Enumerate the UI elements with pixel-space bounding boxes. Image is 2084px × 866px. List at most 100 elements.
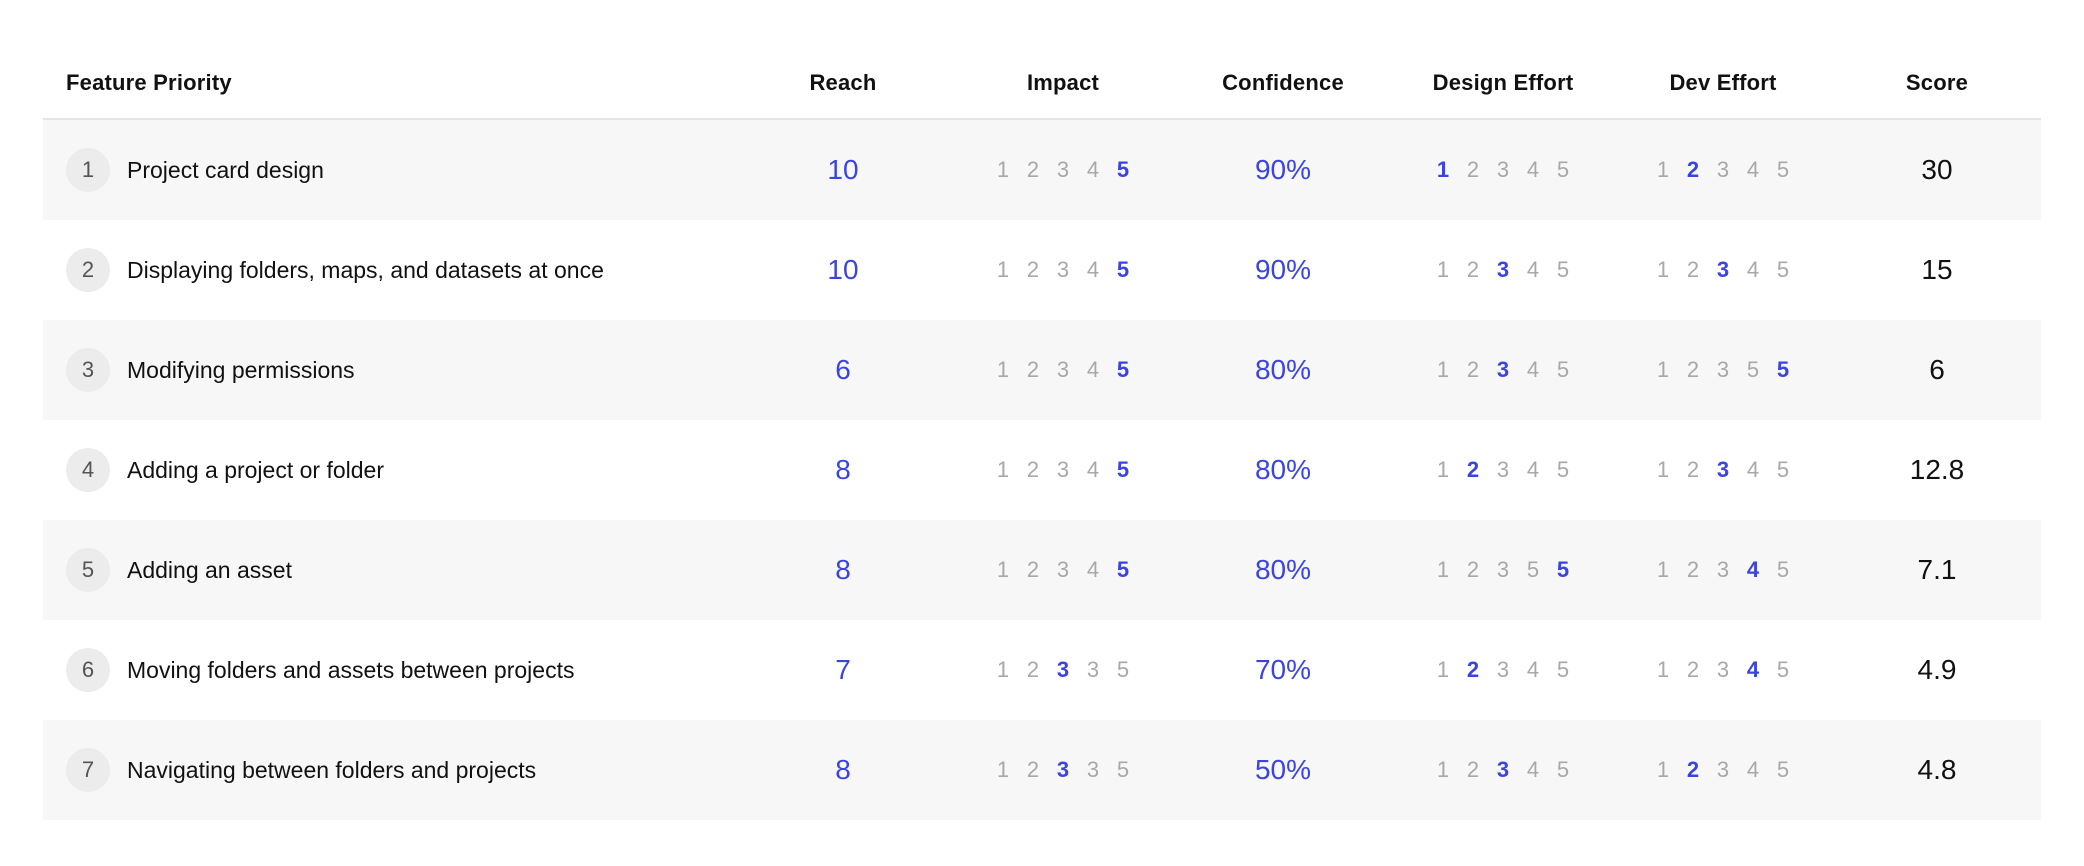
design-effort-option[interactable]: 2	[1465, 157, 1481, 183]
design-effort-option[interactable]: 1	[1435, 657, 1451, 683]
impact-option[interactable]: 2	[1025, 557, 1041, 583]
table-row[interactable]: 2 Displaying folders, maps, and datasets …	[43, 220, 2041, 320]
impact-option[interactable]: 2	[1025, 757, 1041, 783]
design-effort-option[interactable]: 5	[1555, 757, 1571, 783]
impact-option[interactable]: 5	[1115, 257, 1131, 283]
design-effort-option[interactable]: 2	[1465, 757, 1481, 783]
impact-option[interactable]: 4	[1085, 257, 1101, 283]
dev-effort-option[interactable]: 5	[1775, 757, 1791, 783]
design-effort-option[interactable]: 3	[1495, 357, 1511, 383]
impact-option[interactable]: 3	[1055, 257, 1071, 283]
dev-effort-option[interactable]: 2	[1685, 557, 1701, 583]
dev-effort-option[interactable]: 2	[1685, 657, 1701, 683]
header-confidence[interactable]: Confidence	[1173, 70, 1393, 96]
dev-effort-option[interactable]: 4	[1745, 157, 1761, 183]
dev-effort-option[interactable]: 3	[1715, 457, 1731, 483]
header-reach[interactable]: Reach	[733, 70, 953, 96]
design-effort-option[interactable]: 5	[1555, 657, 1571, 683]
dev-effort-option[interactable]: 1	[1655, 757, 1671, 783]
design-effort-option[interactable]: 5	[1555, 557, 1571, 583]
impact-option[interactable]: 4	[1085, 557, 1101, 583]
design-effort-option[interactable]: 5	[1555, 257, 1571, 283]
design-effort-option[interactable]: 2	[1465, 457, 1481, 483]
impact-option[interactable]: 3	[1055, 157, 1071, 183]
dev-effort-option[interactable]: 4	[1745, 557, 1761, 583]
impact-option[interactable]: 1	[995, 357, 1011, 383]
impact-option[interactable]: 1	[995, 157, 1011, 183]
dev-effort-option[interactable]: 3	[1715, 357, 1731, 383]
design-effort-option[interactable]: 2	[1465, 257, 1481, 283]
dev-effort-option[interactable]: 5	[1775, 557, 1791, 583]
dev-effort-option[interactable]: 3	[1715, 557, 1731, 583]
design-effort-option[interactable]: 1	[1435, 457, 1451, 483]
impact-option[interactable]: 4	[1085, 357, 1101, 383]
design-effort-option[interactable]: 2	[1465, 357, 1481, 383]
header-impact[interactable]: Impact	[953, 70, 1173, 96]
impact-option[interactable]: 2	[1025, 457, 1041, 483]
impact-option[interactable]: 3	[1055, 757, 1071, 783]
design-effort-option[interactable]: 4	[1525, 257, 1541, 283]
design-effort-option[interactable]: 1	[1435, 757, 1451, 783]
dev-effort-option[interactable]: 4	[1745, 757, 1761, 783]
impact-option[interactable]: 5	[1115, 657, 1131, 683]
table-row[interactable]: 1 Project card design 10 1 2 3 4 5 90% 1 2 3 4 5 1 2 3 4 5…	[43, 120, 2041, 220]
dev-effort-option[interactable]: 4	[1745, 257, 1761, 283]
design-effort-option[interactable]: 3	[1495, 557, 1511, 583]
impact-option[interactable]: 5	[1115, 157, 1131, 183]
dev-effort-option[interactable]: 4	[1745, 657, 1761, 683]
dev-effort-option[interactable]: 1	[1655, 257, 1671, 283]
impact-option[interactable]: 2	[1025, 157, 1041, 183]
design-effort-option[interactable]: 4	[1525, 357, 1541, 383]
impact-option[interactable]: 5	[1115, 457, 1131, 483]
dev-effort-option[interactable]: 5	[1775, 357, 1791, 383]
impact-option[interactable]: 1	[995, 757, 1011, 783]
header-feature-priority[interactable]: Feature Priority	[43, 70, 733, 96]
dev-effort-option[interactable]: 5	[1775, 257, 1791, 283]
impact-option[interactable]: 3	[1055, 457, 1071, 483]
dev-effort-option[interactable]: 2	[1685, 157, 1701, 183]
impact-option[interactable]: 1	[995, 457, 1011, 483]
table-row[interactable]: 7 Navigating between folders and projects…	[43, 720, 2041, 820]
design-effort-option[interactable]: 4	[1525, 457, 1541, 483]
dev-effort-option[interactable]: 5	[1745, 357, 1761, 383]
dev-effort-option[interactable]: 5	[1775, 657, 1791, 683]
impact-option[interactable]: 4	[1085, 457, 1101, 483]
design-effort-option[interactable]: 3	[1495, 457, 1511, 483]
dev-effort-option[interactable]: 3	[1715, 157, 1731, 183]
design-effort-option[interactable]: 4	[1525, 157, 1541, 183]
dev-effort-option[interactable]: 5	[1775, 157, 1791, 183]
impact-option[interactable]: 1	[995, 257, 1011, 283]
design-effort-option[interactable]: 1	[1435, 157, 1451, 183]
impact-option[interactable]: 5	[1115, 557, 1131, 583]
dev-effort-option[interactable]: 3	[1715, 757, 1731, 783]
dev-effort-option[interactable]: 1	[1655, 357, 1671, 383]
dev-effort-option[interactable]: 3	[1715, 657, 1731, 683]
impact-option[interactable]: 5	[1115, 357, 1131, 383]
dev-effort-option[interactable]: 1	[1655, 657, 1671, 683]
header-design-effort[interactable]: Design Effort	[1393, 70, 1613, 96]
impact-option[interactable]: 2	[1025, 657, 1041, 683]
dev-effort-option[interactable]: 2	[1685, 357, 1701, 383]
design-effort-option[interactable]: 3	[1495, 657, 1511, 683]
impact-option[interactable]: 3	[1085, 757, 1101, 783]
dev-effort-option[interactable]: 1	[1655, 557, 1671, 583]
design-effort-option[interactable]: 2	[1465, 657, 1481, 683]
header-dev-effort[interactable]: Dev Effort	[1613, 70, 1833, 96]
dev-effort-option[interactable]: 4	[1745, 457, 1761, 483]
dev-effort-option[interactable]: 1	[1655, 457, 1671, 483]
impact-option[interactable]: 3	[1085, 657, 1101, 683]
impact-option[interactable]: 3	[1055, 557, 1071, 583]
impact-option[interactable]: 4	[1085, 157, 1101, 183]
impact-option[interactable]: 3	[1055, 357, 1071, 383]
design-effort-option[interactable]: 3	[1495, 257, 1511, 283]
table-row[interactable]: 4 Adding a project or folder 8 1 2 3 4 5 80% 1 2 3 4…	[43, 420, 2041, 520]
design-effort-option[interactable]: 5	[1555, 357, 1571, 383]
dev-effort-option[interactable]: 2	[1685, 457, 1701, 483]
design-effort-option[interactable]: 4	[1525, 657, 1541, 683]
design-effort-option[interactable]: 3	[1495, 157, 1511, 183]
design-effort-option[interactable]: 5	[1525, 557, 1541, 583]
impact-option[interactable]: 2	[1025, 257, 1041, 283]
dev-effort-option[interactable]: 5	[1775, 457, 1791, 483]
table-row[interactable]: 6 Moving folders and assets between proje…	[43, 620, 2041, 720]
design-effort-option[interactable]: 1	[1435, 257, 1451, 283]
